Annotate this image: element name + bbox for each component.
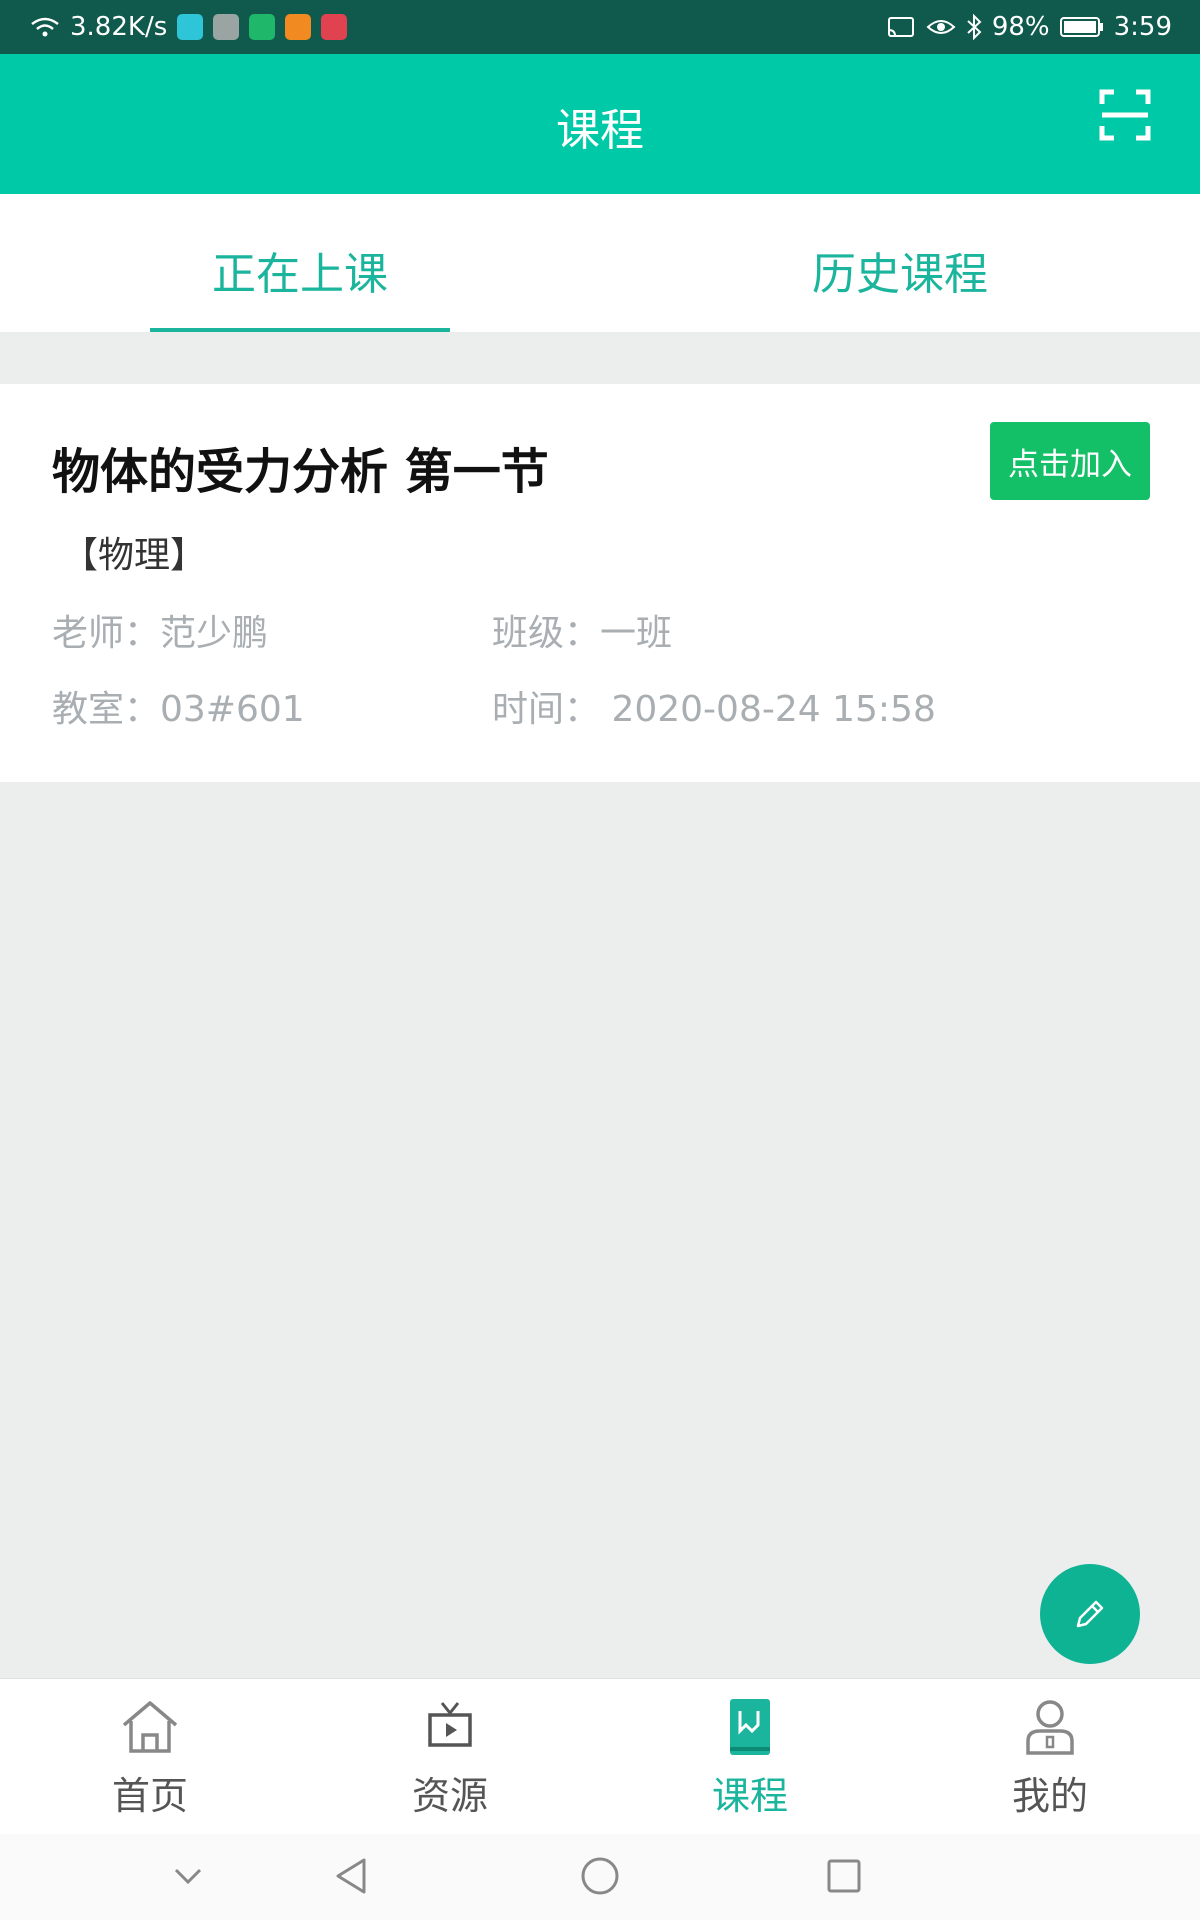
book-icon	[730, 1699, 770, 1755]
status-bar: 3.82K/s 98% 3:59	[0, 0, 1200, 54]
notification-app-icon	[177, 14, 204, 40]
status-right: 98% 3:59	[886, 12, 1172, 42]
notification-app-icon	[321, 14, 348, 40]
clock: 3:59	[1113, 12, 1172, 42]
home-icon	[122, 1701, 178, 1753]
chevron-down-icon[interactable]	[168, 1856, 208, 1896]
app-bar: 课程	[0, 54, 1200, 194]
nav-courses-label: 课程	[711, 1774, 788, 1818]
net-speed: 3.82K/s	[70, 12, 168, 42]
battery-icon	[1059, 17, 1103, 37]
course-subject: 【物理】	[62, 535, 207, 576]
user-icon	[1026, 1700, 1074, 1755]
tv-icon	[428, 1702, 472, 1747]
join-button[interactable]: 点击加入	[990, 422, 1150, 500]
nav-resources-label: 资源	[411, 1774, 488, 1818]
back-icon[interactable]	[332, 1856, 372, 1896]
tab-bar: 正在上课 历史课程	[0, 194, 1200, 332]
nav-courses[interactable]: 课程	[600, 1697, 900, 1820]
pencil-icon	[1076, 1600, 1104, 1628]
recent-apps-icon[interactable]	[824, 1856, 864, 1896]
course-card[interactable]: 物体的受力分析 第一节 点击加入 【物理】 老师：范少鹏 班级：一班 教室：03…	[0, 384, 1200, 782]
nav-profile[interactable]: 我的	[900, 1697, 1200, 1820]
tab-indicator	[150, 328, 450, 332]
scan-icon[interactable]	[1098, 88, 1152, 142]
bottom-nav: 首页 资源 课程 我的	[0, 1678, 1200, 1834]
edit-fab[interactable]	[1040, 1564, 1140, 1664]
page-title: 课程	[556, 105, 644, 156]
notification-app-icon	[213, 14, 240, 40]
system-nav-bar	[0, 1834, 1200, 1920]
status-left: 3.82K/s	[30, 12, 348, 42]
bluetooth-icon	[967, 14, 982, 40]
cast-icon	[887, 17, 914, 37]
eye-icon	[926, 20, 956, 34]
notification-app-icon	[285, 14, 312, 40]
wifi-icon	[31, 17, 59, 37]
nav-profile-label: 我的	[1011, 1774, 1088, 1818]
course-title: 物体的受力分析 第一节	[52, 444, 549, 500]
nav-resources[interactable]: 资源	[300, 1697, 600, 1820]
course-time: 时间： 2020-08-24 15:58	[492, 689, 936, 730]
course-teacher: 老师：范少鹏	[52, 613, 269, 654]
nav-home[interactable]: 首页	[0, 1697, 300, 1820]
tab-current-classes[interactable]: 正在上课	[100, 238, 500, 302]
battery-percent: 98%	[991, 12, 1050, 42]
tab-history-courses[interactable]: 历史课程	[700, 238, 1100, 302]
course-class: 班级：一班	[492, 613, 673, 654]
notification-app-icon	[249, 14, 276, 40]
course-room: 教室：03#601	[52, 689, 305, 730]
nav-home-label: 首页	[111, 1774, 188, 1818]
home-circle-icon[interactable]	[580, 1856, 620, 1896]
